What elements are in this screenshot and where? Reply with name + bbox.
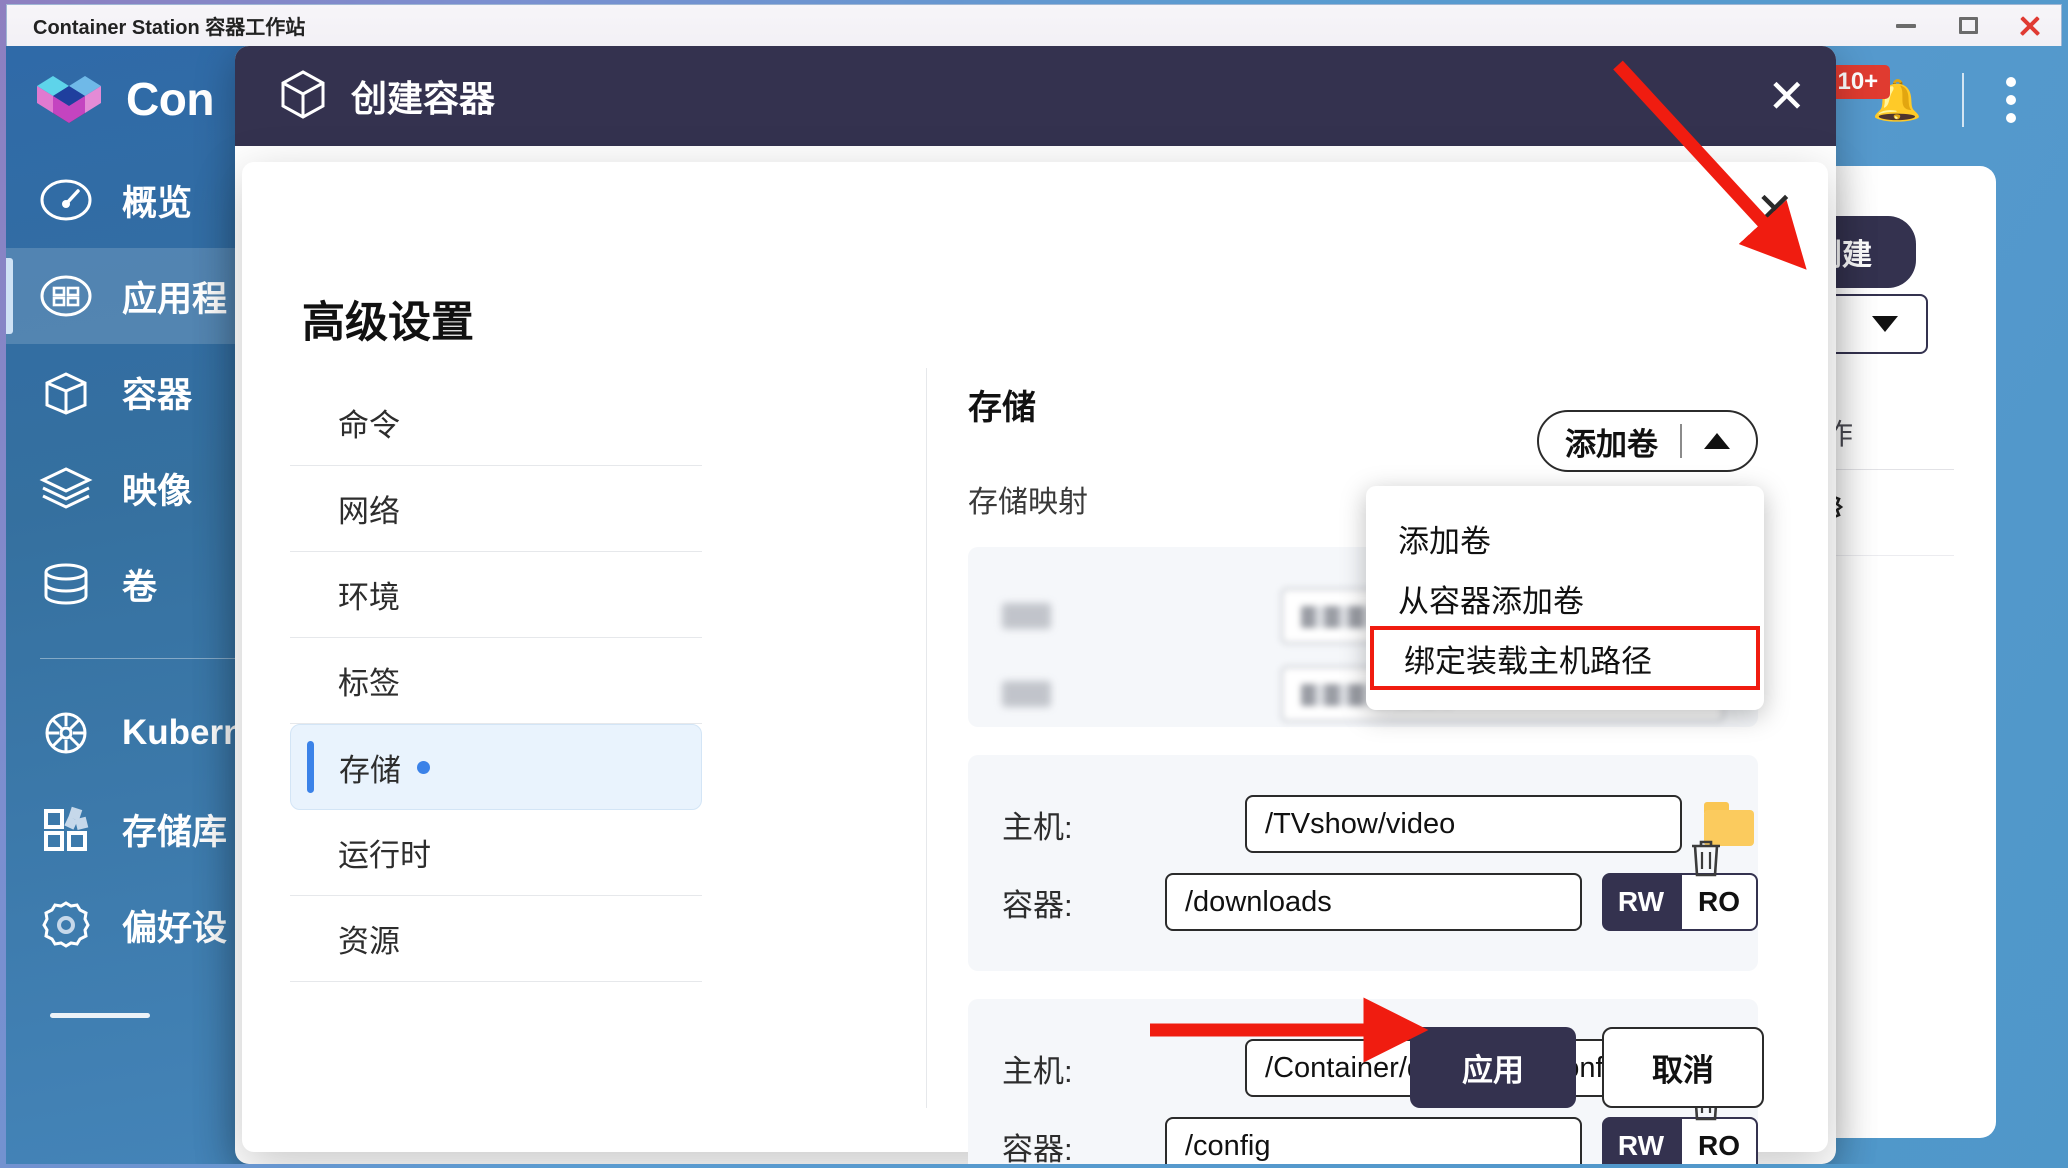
permission-rw-button[interactable]: RW [1602, 873, 1680, 931]
nav-item-labels[interactable]: 标签 [290, 638, 702, 724]
close-icon[interactable]: ✕ [1755, 186, 1794, 232]
sidebar-item-label: 映像 [122, 471, 193, 511]
container-label: 容器: [1002, 1131, 1073, 1165]
chevron-down-icon [1872, 316, 1898, 332]
container-outline-icon [279, 68, 327, 125]
host-label: 主机: [1002, 809, 1073, 845]
permission-rw-button[interactable]: RW [1602, 1117, 1680, 1164]
brand-text: Con [126, 73, 214, 125]
advanced-settings-title: 高级设置 [302, 299, 474, 347]
volume-container-row: 容器: RW RO [968, 1107, 1758, 1164]
nav-item-label: 标签 [338, 666, 400, 701]
kubernetes-helm-icon [36, 703, 96, 763]
application-body: Con 概览 应用程 容器 映像 卷 Kubern 存储库 偏好设 10+ 🔔 … [6, 46, 2062, 1164]
nav-item-label: 资源 [338, 924, 400, 959]
blurred-label [1002, 603, 1051, 629]
apply-button[interactable]: 应用 [1410, 1027, 1576, 1108]
nav-item-runtime[interactable]: 运行时 [290, 810, 702, 896]
dropdown-item-label: 从容器添加卷 [1398, 583, 1584, 619]
window-controls [1875, 6, 2061, 46]
advanced-settings-footer: 应用 取消 [1410, 1027, 1764, 1108]
advanced-settings-nav: 命令 网络 环境 标签 存储 运行时 资源 [290, 380, 702, 982]
minimize-button[interactable] [1875, 6, 1937, 46]
topbar-divider [1962, 73, 1964, 127]
nav-item-command[interactable]: 命令 [290, 380, 702, 466]
button-divider [1680, 424, 1682, 458]
nav-item-label: 存储 [339, 752, 401, 788]
advanced-settings-modal: ✕ 高级设置 命令 网络 环境 标签 存储 运行时 资源 存储 存储映射 添加卷… [242, 162, 1828, 1164]
create-container-header: 创建容器 ✕ [235, 46, 1836, 146]
chevron-up-icon [1704, 433, 1730, 449]
close-icon [2018, 14, 2042, 38]
window-title: Container Station 容器工作站 [33, 17, 306, 39]
nav-item-label: 环境 [338, 580, 400, 615]
add-volume-label: 添加卷 [1565, 426, 1658, 462]
dropdown-item-label: 绑定装载主机路径 [1404, 643, 1652, 679]
container-label: 容器: [1002, 887, 1073, 923]
window-titlebar: Container Station 容器工作站 [6, 4, 2062, 46]
sidebar-item-label: 卷 [122, 567, 158, 607]
blurred-label [1002, 681, 1051, 707]
container-path-input[interactable] [1165, 1117, 1582, 1164]
sidebar-item-label: 应用程 [122, 279, 228, 319]
nav-item-label: 网络 [338, 494, 400, 529]
permission-toggle: RW RO [1602, 873, 1758, 931]
sidebar-item-label: 容器 [122, 375, 193, 415]
container-station-logo-icon [32, 68, 106, 130]
volume-mapping-row: 主机: 容器: RW RO [968, 755, 1758, 971]
dashboard-icon [36, 170, 96, 230]
layers-icon [36, 458, 96, 518]
sidebar-item-label: 偏好设 [122, 908, 228, 948]
add-volume-button[interactable]: 添加卷 [1537, 410, 1758, 472]
dropdown-item-bind-mount-host-path[interactable]: 绑定装载主机路径 [1370, 626, 1760, 690]
nav-item-resources[interactable]: 资源 [290, 896, 702, 982]
app-root: 管理器 Container Station 容器工作站 [0, 0, 2068, 1168]
host-path-input[interactable] [1245, 795, 1682, 853]
repository-icon [36, 799, 96, 859]
close-icon[interactable]: ✕ [1767, 69, 1806, 123]
sidebar-item-label: 存储库 [122, 812, 228, 852]
sidebar-divider [40, 658, 263, 659]
nav-item-label: 运行时 [338, 838, 431, 873]
minimize-icon [1896, 23, 1916, 28]
dropdown-item-add-volume[interactable]: 添加卷 [1366, 508, 1764, 568]
host-label: 主机: [1002, 1053, 1073, 1089]
container-path-input[interactable] [1165, 873, 1582, 931]
sidebar-item-label: Kubern [122, 713, 245, 752]
cancel-button[interactable]: 取消 [1602, 1027, 1764, 1108]
volume-container-row: 容器: RW RO [968, 863, 1758, 941]
nav-item-storage[interactable]: 存储 [290, 724, 702, 810]
nav-item-environment[interactable]: 环境 [290, 552, 702, 638]
permission-toggle: RW RO [1602, 1117, 1758, 1164]
sidebar-item-label: 概览 [122, 183, 193, 223]
more-vertical-icon[interactable] [2004, 74, 2018, 126]
volume-host-row: 主机: [968, 785, 1758, 863]
close-window-button[interactable] [1999, 6, 2061, 46]
dropdown-item-label: 添加卷 [1398, 523, 1491, 559]
modified-dot-icon [417, 760, 430, 774]
add-volume-dropdown-menu: 添加卷 从容器添加卷 绑定装载主机路径 [1366, 486, 1764, 710]
apps-icon [36, 266, 96, 326]
nav-item-network[interactable]: 网络 [290, 466, 702, 552]
container-cube-icon [36, 362, 96, 422]
trash-icon[interactable] [1688, 837, 1724, 889]
create-container-title: 创建容器 [351, 78, 496, 119]
database-icon [36, 554, 96, 614]
dropdown-item-add-volume-from-container[interactable]: 从容器添加卷 [1366, 568, 1764, 628]
maximize-button[interactable] [1937, 6, 1999, 46]
maximize-icon [1958, 17, 1978, 34]
panel-divider [926, 368, 927, 1108]
sidebar-collapse-handle[interactable] [50, 1013, 150, 1018]
nav-item-label: 命令 [338, 408, 400, 443]
gear-flower-icon [36, 895, 96, 955]
